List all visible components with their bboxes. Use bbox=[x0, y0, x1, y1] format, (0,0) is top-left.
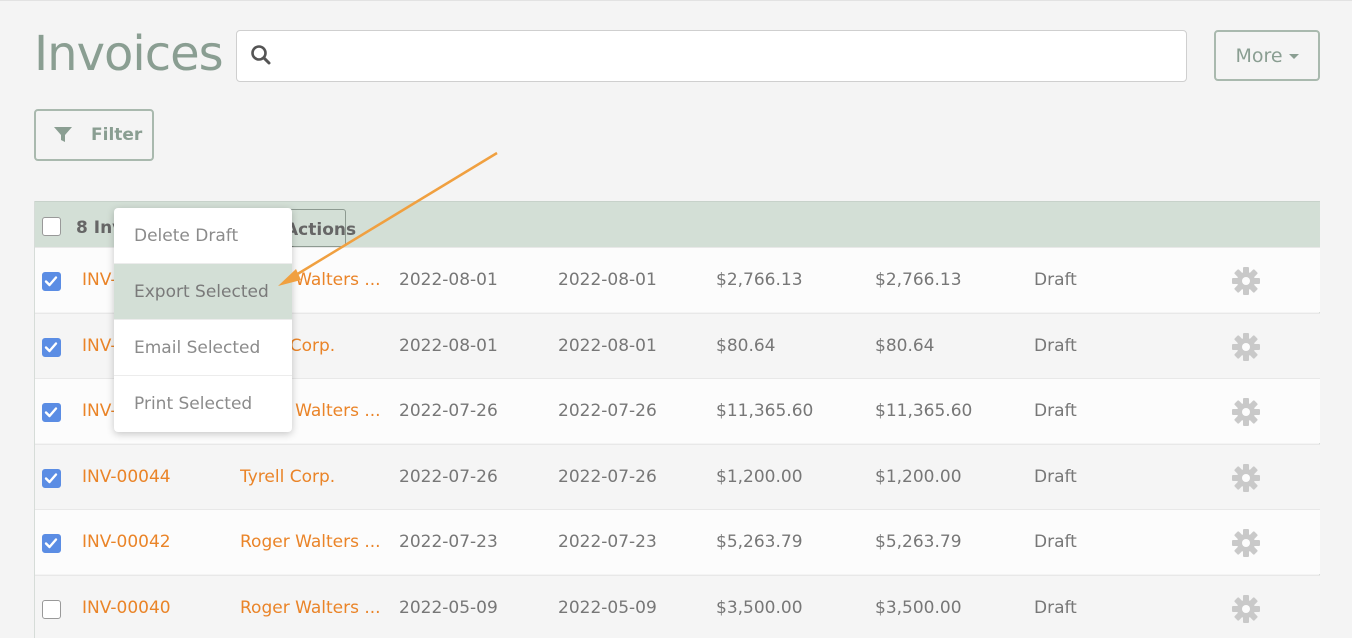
more-button-label: More bbox=[1235, 44, 1283, 67]
invoice-date: 2022-08-01 bbox=[399, 270, 498, 290]
filter-button-label: Filter bbox=[91, 125, 143, 145]
status-text: Draft bbox=[1034, 335, 1077, 356]
gear-icon[interactable] bbox=[1231, 397, 1261, 427]
invoice-balance: $1,200.00 bbox=[875, 466, 962, 487]
search-bar[interactable] bbox=[236, 30, 1187, 82]
invoice-balance: $80.64 bbox=[875, 335, 935, 356]
invoice-balance: $2,766.13 bbox=[875, 270, 962, 290]
due-date: 2022-07-23 bbox=[558, 532, 657, 552]
due-date: 2022-07-26 bbox=[558, 466, 657, 487]
status-text: Draft bbox=[1034, 466, 1077, 487]
invoice-date: 2022-07-26 bbox=[399, 466, 498, 487]
row-checkbox[interactable] bbox=[42, 599, 61, 619]
due-date: 2022-07-26 bbox=[558, 401, 657, 421]
gear-icon[interactable] bbox=[1231, 463, 1261, 493]
row-checkbox[interactable] bbox=[42, 337, 61, 357]
status-text: Draft bbox=[1034, 270, 1077, 290]
invoice-date: 2022-07-23 bbox=[399, 532, 498, 552]
menu-item-export-selected[interactable]: Export Selected bbox=[114, 264, 292, 320]
menu-item-print-selected[interactable]: Print Selected bbox=[114, 376, 292, 432]
status-text: Draft bbox=[1034, 532, 1077, 552]
invoice-date: 2022-05-09 bbox=[399, 597, 498, 618]
bulk-actions-button[interactable]: Actions ▾ bbox=[284, 209, 356, 260]
status-text: Draft bbox=[1034, 597, 1077, 618]
status-text: Draft bbox=[1034, 401, 1077, 421]
gear-icon[interactable] bbox=[1231, 528, 1261, 558]
funnel-icon bbox=[54, 127, 72, 142]
table-row[interactable]: INV-00044 Tyrell Corp. 2022-07-26 2022-07-2… bbox=[35, 443, 1320, 509]
table-row[interactable]: INV-00040 Roger Walters ... 2022-05-09 2022… bbox=[35, 574, 1320, 638]
due-date: 2022-08-01 bbox=[558, 335, 657, 356]
page-title: Invoices bbox=[34, 26, 224, 82]
invoice-number-link[interactable]: INV-00044 bbox=[82, 467, 171, 487]
invoice-total: $80.64 bbox=[716, 335, 776, 356]
top-divider bbox=[0, 0, 1352, 1]
search-input[interactable] bbox=[281, 39, 1171, 73]
row-checkbox[interactable] bbox=[42, 403, 61, 422]
caret-down-icon bbox=[1288, 54, 1299, 59]
invoice-total: $11,365.60 bbox=[716, 401, 814, 421]
invoice-total: $3,500.00 bbox=[716, 597, 803, 618]
gear-icon[interactable] bbox=[1231, 594, 1261, 624]
invoice-date: 2022-08-01 bbox=[399, 335, 498, 356]
invoice-balance: $3,500.00 bbox=[875, 597, 962, 618]
row-checkbox[interactable] bbox=[42, 468, 61, 488]
menu-item-delete-draft[interactable]: Delete Draft bbox=[114, 208, 292, 264]
row-checkbox[interactable] bbox=[42, 272, 61, 291]
gear-icon[interactable] bbox=[1231, 266, 1261, 296]
invoice-number-link[interactable]: INV-00040 bbox=[82, 598, 171, 618]
invoice-balance: $11,365.60 bbox=[875, 401, 973, 421]
search-icon bbox=[251, 45, 271, 65]
invoice-total: $1,200.00 bbox=[716, 466, 803, 487]
bulk-actions-menu: Delete Draft Export Selected Email Selec… bbox=[114, 208, 292, 432]
invoice-total: $5,263.79 bbox=[716, 532, 803, 552]
row-checkbox[interactable] bbox=[42, 534, 61, 553]
due-date: 2022-08-01 bbox=[558, 270, 657, 290]
filter-button[interactable]: Filter bbox=[34, 109, 154, 161]
more-button[interactable]: More bbox=[1214, 30, 1320, 81]
customer-link[interactable]: Roger Walters ... bbox=[240, 598, 388, 618]
table-row[interactable]: INV-00042 Roger Walters ... 2022-07-23 2022… bbox=[35, 509, 1320, 574]
invoice-total: $2,766.13 bbox=[716, 270, 803, 290]
invoice-balance: $5,263.79 bbox=[875, 532, 962, 552]
customer-link[interactable]: Tyrell Corp. bbox=[240, 467, 388, 487]
invoice-number-link[interactable]: INV-00042 bbox=[82, 532, 171, 552]
select-all-checkbox[interactable] bbox=[42, 217, 61, 236]
menu-item-email-selected[interactable]: Email Selected bbox=[114, 320, 292, 376]
customer-link[interactable]: Roger Walters ... bbox=[240, 532, 388, 552]
gear-icon[interactable] bbox=[1231, 332, 1261, 362]
invoice-date: 2022-07-26 bbox=[399, 401, 498, 421]
due-date: 2022-05-09 bbox=[558, 597, 657, 618]
